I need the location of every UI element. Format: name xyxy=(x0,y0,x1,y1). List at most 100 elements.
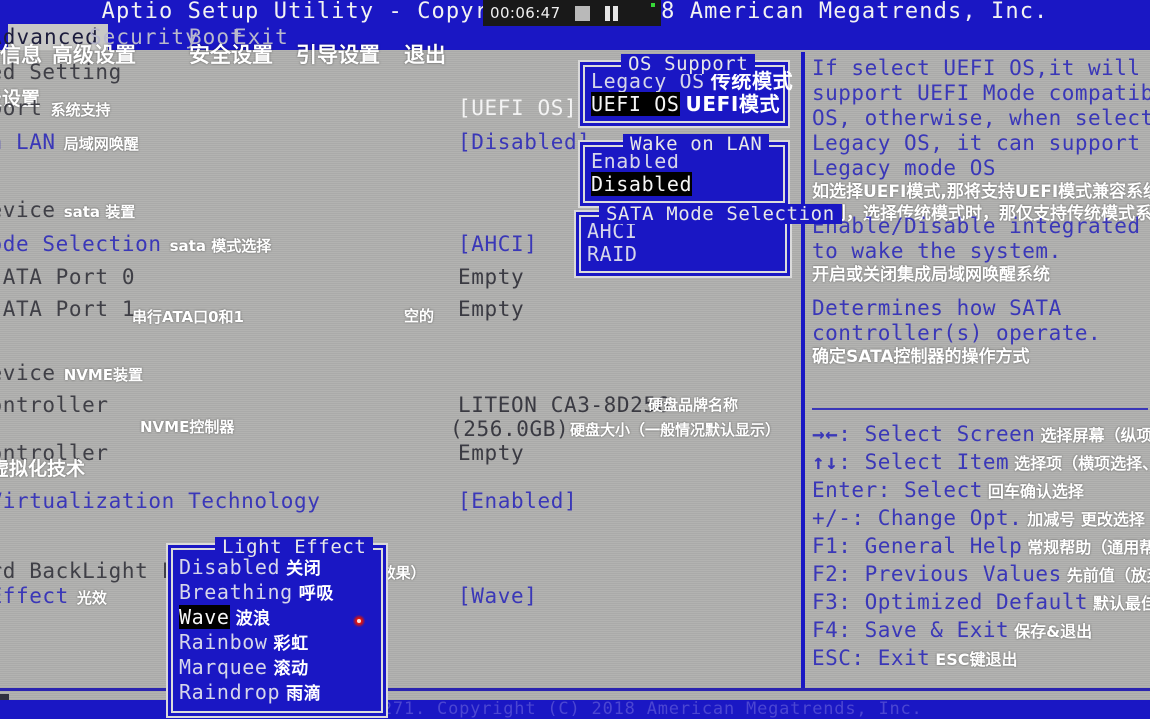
key-legend-label-cn: 选择项（横项选择、上下） xyxy=(1014,454,1150,473)
stop-recording-button[interactable] xyxy=(574,5,590,21)
setting-row[interactable]: NVMe Controller xyxy=(0,393,109,417)
setting-row[interactable]: Light Effect 光效 xyxy=(0,584,107,608)
annotation-nvme-controller: NVME控制器 xyxy=(140,418,235,436)
key-legend-row: ↑↓: Select Item选择项（横项选择、上下） xyxy=(812,450,1150,474)
screen-recorder-overlay: 00:06:47 xyxy=(483,0,661,26)
setting-label-cn: sata 装置 xyxy=(63,203,136,221)
popup-light-effect[interactable]: Light Effect Disabled 关闭 Breathing 呼吸 Wave 波浪… xyxy=(166,537,388,718)
setting-label: Wake on LAN xyxy=(0,130,56,154)
popup-option[interactable]: Rainbow 彩虹 xyxy=(179,631,375,656)
help-block: If select UEFI OS,it will support UEFI Mo… xyxy=(812,56,1150,225)
setting-row[interactable]: Wake on LAN 局域网唤醒 xyxy=(0,130,139,154)
arrow-keys-icon: →← xyxy=(812,422,839,446)
help-text-line: Legacy mode OS xyxy=(812,156,997,180)
setting-row[interactable]: SATA Mode Selection sata 模式选择 xyxy=(0,232,271,256)
key-legend-label-cn: 保存&退出 xyxy=(1014,622,1093,641)
stop-icon xyxy=(574,5,590,21)
key-legend-row: Enter: Select 回车确认选择 xyxy=(812,478,1084,502)
help-text-line: Enable/Disable integrated LAN xyxy=(812,214,1150,238)
popup-option-list[interactable]: AHCI RAID xyxy=(587,220,779,266)
key-legend-label-cn: ESC键退出 xyxy=(935,650,1018,669)
popup-option[interactable]: Marquee 滚动 xyxy=(179,656,375,681)
popup-option[interactable]: RAID xyxy=(587,243,779,266)
setting-label: Light Effect xyxy=(0,584,69,608)
popup-option-label-cn: UEFI模式 xyxy=(685,92,781,116)
popup-option[interactable]: Disabled 关闭 xyxy=(179,556,375,581)
setting-row[interactable]: OS Support 系统支持 xyxy=(0,96,110,120)
setting-row[interactable]: SATA Device sata 装置 xyxy=(0,198,135,222)
recording-indicator-icon xyxy=(651,3,655,7)
key-legend-row: →←: Select Screen选择屏幕（纵项选择） xyxy=(812,422,1150,446)
setting-row[interactable]: Serial ATA Port 0 xyxy=(0,265,135,289)
recording-timer: 00:06:47 xyxy=(490,4,561,22)
setting-row[interactable]: NVMe Device NVME装置 xyxy=(0,361,143,385)
pause-recording-button[interactable] xyxy=(604,5,619,21)
popup-option-list[interactable]: Enabled Disabled xyxy=(591,150,777,196)
annotation-disk-brand: 硬盘品牌名称 xyxy=(648,396,739,414)
popup-wake-on-lan[interactable]: Wake on LAN Enabled Disabled xyxy=(578,134,790,208)
popup-option[interactable]: Raindrop 雨滴 xyxy=(179,681,375,706)
popup-option-list[interactable]: Legacy OS 传统模式 UEFI OS UEFI模式 xyxy=(591,70,793,116)
key-legend-row: ESC: Exit ESC键退出 xyxy=(812,646,1018,670)
popup-option-label-cn: 滚动 xyxy=(273,659,309,679)
setting-label-cn: 光效 xyxy=(76,589,107,607)
annotation-serial-ata: 串行ATA口0和1 xyxy=(132,308,244,326)
setting-value[interactable]: [Disabled] xyxy=(458,130,590,154)
bios-setup-screen: Aptio Setup Utility - Copyright (C) 2018… xyxy=(0,0,1150,719)
help-text-line-cn: 如选择UEFI模式,那将支持UEFI模式兼容系统。 xyxy=(812,182,1150,202)
setting-value[interactable]: Empty xyxy=(458,297,524,321)
popup-option-label-cn: 波浪 xyxy=(235,609,271,629)
popup-option-list[interactable]: Disabled 关闭 Breathing 呼吸 Wave 波浪 Rainbow 彩虹 Marq… xyxy=(179,556,375,706)
help-text-line-cn: 确定SATA控制器的操作方式 xyxy=(812,347,1030,367)
key-legend-label: F2: Previous Values xyxy=(812,562,1062,586)
popup-option[interactable]: Disabled xyxy=(591,172,777,196)
setting-label: OS Support xyxy=(0,96,43,120)
popup-option-label: Marquee xyxy=(179,655,268,679)
key-legend-label: F1: General Help xyxy=(812,534,1023,558)
popup-os-support[interactable]: OS Support Legacy OS 传统模式 UEFI OS UEFI模式 xyxy=(578,54,793,128)
help-block: Determines how SATA controller(s) operate… xyxy=(812,296,1101,368)
popup-option-label-cn: 呼吸 xyxy=(298,584,334,604)
help-pane: If select UEFI OS,it will support UEFI Mo… xyxy=(806,56,1150,688)
popup-option-label: Disabled xyxy=(591,172,693,196)
popup-option-label: Raindrop xyxy=(179,680,281,704)
popup-option-label-cn: 关闭 xyxy=(286,559,322,579)
setting-row[interactable]: Intel Virtualization Technology xyxy=(0,489,321,513)
setting-value[interactable]: LITEON CA3-8D256 xyxy=(458,393,670,417)
popup-option[interactable]: UEFI OS UEFI模式 xyxy=(591,92,780,116)
setting-value[interactable]: [AHCI] xyxy=(458,232,537,256)
popup-option-label-cn: 彩虹 xyxy=(273,634,309,654)
key-legend-row: F2: Previous Values先前值（放弃修改） xyxy=(812,562,1150,586)
annotation-virtualization: 虚拟化技术 xyxy=(0,458,86,480)
key-legend-label-cn: 选择屏幕（纵项选择） xyxy=(1040,426,1150,445)
setting-value[interactable]: [Wave] xyxy=(458,584,537,608)
setting-value[interactable]: [Enabled] xyxy=(458,489,577,513)
popup-option[interactable]: Breathing 呼吸 xyxy=(179,581,375,606)
popup-option-label: Breathing xyxy=(179,580,293,604)
setting-value[interactable]: [UEFI OS] xyxy=(458,96,577,120)
setting-value[interactable]: Empty xyxy=(458,265,524,289)
setting-label: NVMe Device xyxy=(0,361,56,385)
key-legend-row: F1: General Help常规帮助（通用帮助） xyxy=(812,534,1150,558)
popup-title: OS Support xyxy=(621,54,756,74)
setting-row[interactable]: Serial ATA Port 1 xyxy=(0,297,135,321)
popup-sata-mode-selection[interactable]: SATA Mode Selection AHCI RAID xyxy=(574,204,842,278)
popup-title: Light Effect xyxy=(215,537,374,557)
setting-label: Serial ATA Port 1 xyxy=(0,297,136,321)
help-divider xyxy=(812,408,1148,410)
popup-title: Wake on LAN xyxy=(623,134,770,154)
popup-option-label: Wave xyxy=(179,605,230,629)
key-legend-label: ESC: Exit xyxy=(812,646,931,670)
setting-value[interactable]: Empty xyxy=(458,441,524,465)
disk-size-value: (256.0GB) xyxy=(450,417,570,441)
vertical-divider xyxy=(801,52,805,688)
key-legend-label-cn: 默认最佳值 xyxy=(1093,594,1150,613)
popup-option[interactable]: Wave 波浪 xyxy=(179,605,375,631)
key-legend-label: F3: Optimized Default xyxy=(812,590,1089,614)
popup-option-label-cn: 雨滴 xyxy=(286,684,322,704)
help-text-line: OS, otherwise, when select xyxy=(812,106,1150,130)
popup-option-label: Rainbow xyxy=(179,630,268,654)
key-legend-label: +/-: Change Opt. xyxy=(812,506,1023,530)
arrow-keys-icon: ↑↓ xyxy=(812,450,839,474)
key-legend-label: : Select Item xyxy=(838,450,1010,474)
